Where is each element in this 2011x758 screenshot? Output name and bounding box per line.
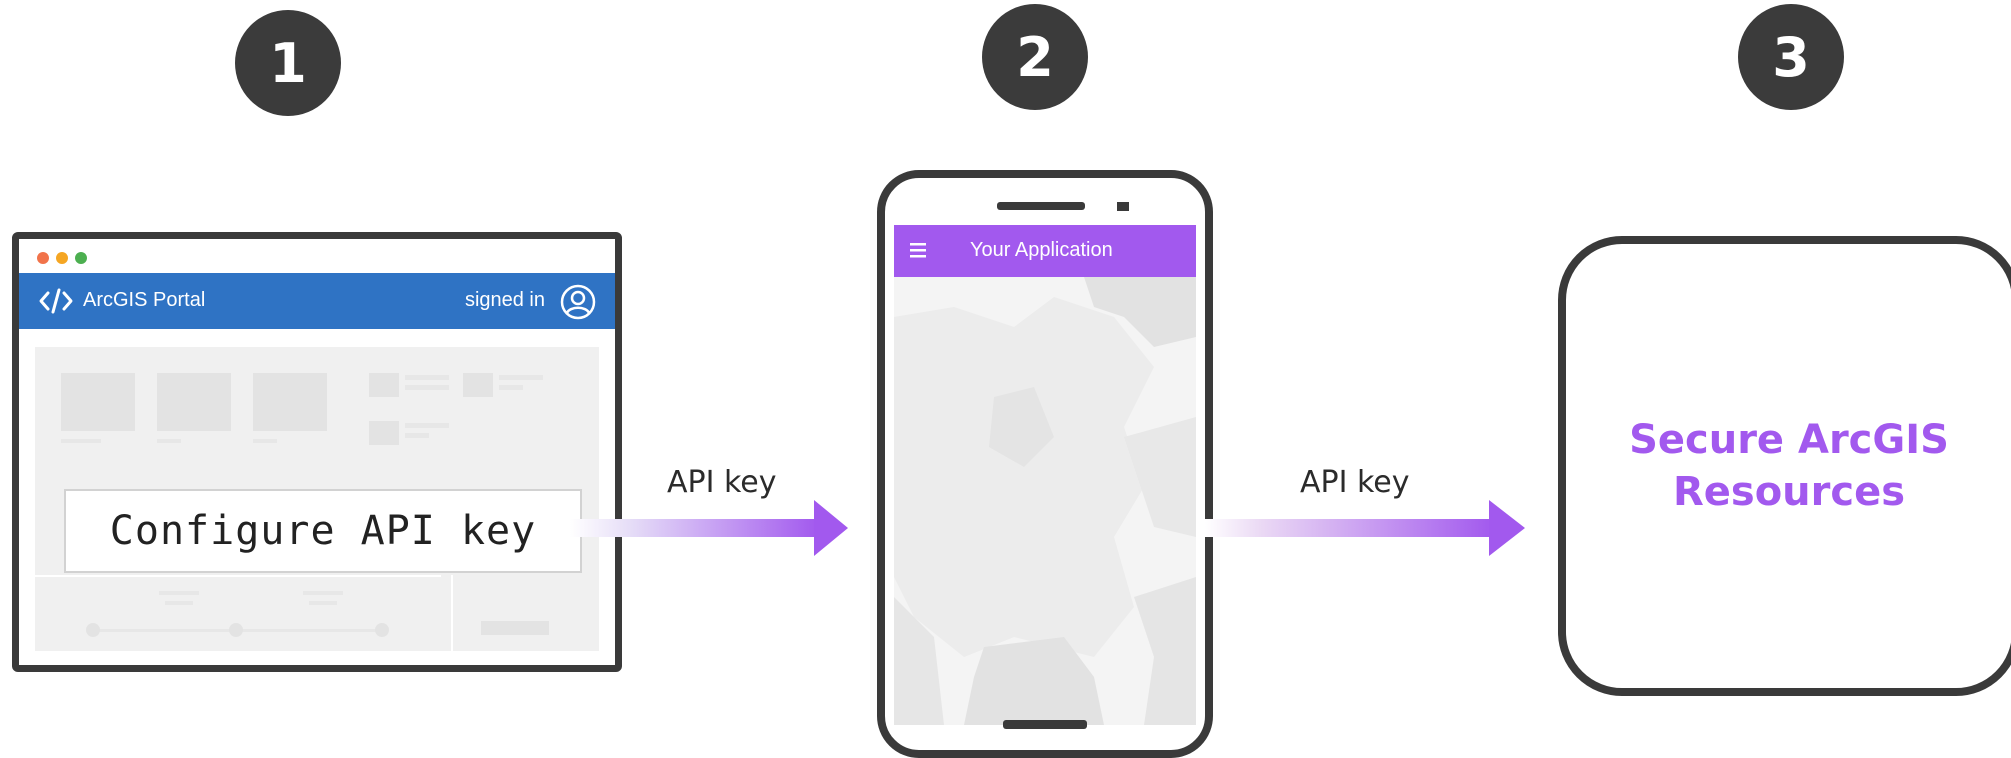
portal-header-bar: ArcGIS Portal signed in: [19, 273, 615, 329]
window-dot-close: [37, 252, 49, 264]
code-icon: [39, 288, 73, 320]
window-dot-maximize: [75, 252, 87, 264]
portal-browser-window: ArcGIS Portal signed in Configure API ke…: [12, 232, 622, 672]
configure-api-key-box: Configure API key: [64, 489, 582, 573]
step-3-badge: 3: [1738, 4, 1844, 110]
secure-resources-label: Secure ArcGIS Resources: [1609, 414, 1969, 518]
arrow-2-label: API key: [1300, 465, 1410, 500]
user-icon[interactable]: [559, 283, 597, 327]
arrow-1-label: API key: [667, 465, 777, 500]
app-title: Your Application: [970, 239, 1113, 261]
portal-title: ArcGIS Portal: [83, 289, 206, 311]
window-controls: [37, 252, 87, 264]
secure-resources-box: Secure ArcGIS Resources: [1558, 236, 2011, 696]
secure-resources-line-1: Secure ArcGIS: [1629, 417, 1949, 463]
step-1-badge: 1: [235, 10, 341, 116]
api-key-arrow-2: [1205, 500, 1525, 556]
app-header-bar: Your Application: [894, 225, 1196, 277]
step-2-badge: 2: [982, 4, 1088, 110]
map-view[interactable]: [894, 277, 1196, 725]
phone-speaker: [997, 202, 1085, 210]
mobile-phone: Your Application: [877, 170, 1213, 758]
secure-resources-line-2: Resources: [1672, 469, 1906, 515]
phone-home-indicator: [1003, 720, 1087, 729]
window-dot-minimize: [56, 252, 68, 264]
phone-camera: [1117, 202, 1129, 211]
signed-in-status: signed in: [464, 289, 545, 311]
hamburger-menu-icon[interactable]: [908, 238, 930, 268]
api-key-arrow-1: [570, 500, 848, 556]
